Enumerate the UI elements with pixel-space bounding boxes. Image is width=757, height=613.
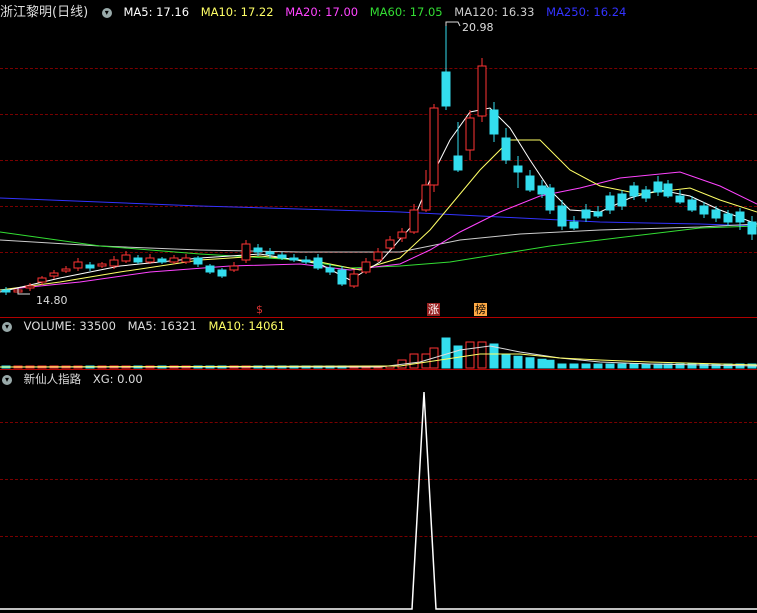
candle-body — [605, 195, 615, 211]
candle-body — [687, 199, 697, 211]
candle-body — [73, 261, 83, 269]
volume-bar — [477, 341, 487, 369]
candle-body — [337, 269, 347, 285]
candle-body — [617, 193, 627, 207]
candle-body — [525, 175, 535, 191]
candle-body — [385, 239, 395, 249]
volume-bar — [641, 363, 651, 369]
candle-body — [723, 213, 733, 223]
volume-bar — [557, 363, 567, 369]
indicator-line — [0, 391, 757, 610]
volume-bar — [605, 363, 615, 369]
volume-chart[interactable] — [0, 318, 757, 370]
candle-body — [181, 257, 191, 263]
candle-body — [699, 205, 709, 215]
candle-body — [121, 254, 131, 262]
candle-body — [421, 184, 431, 211]
indicator-pane[interactable]: ▾ 新仙人指路 XG: 0.00 — [0, 370, 757, 613]
candle-body — [49, 272, 59, 277]
candle-body — [557, 205, 567, 227]
volume-bar — [569, 363, 579, 369]
candle-body — [229, 265, 239, 271]
marker-dollar: $ — [256, 303, 263, 316]
volume-bar — [711, 363, 721, 369]
candle-body — [289, 257, 299, 261]
candle-body — [513, 165, 523, 173]
candle-body — [37, 277, 47, 283]
candle-body — [453, 155, 463, 171]
candle-body — [61, 268, 71, 272]
candle-body — [373, 251, 383, 261]
candle-body — [241, 243, 251, 261]
volume-bar — [513, 355, 523, 369]
candle-body — [747, 221, 757, 235]
candlestick-chart[interactable] — [0, 0, 757, 318]
price-pane[interactable]: 浙江黎明(日线) ▾ MA5: 17.16 MA10: 17.22 MA20: … — [0, 0, 757, 318]
candle-body — [629, 185, 639, 197]
candle-body — [157, 258, 167, 263]
candle-body — [313, 257, 323, 269]
candle-body — [193, 257, 203, 265]
candle-body — [663, 183, 673, 197]
candle-body — [25, 285, 35, 289]
candle-body — [711, 209, 721, 219]
volume-pane[interactable]: ▾ VOLUME: 33500 MA5: 16321 MA10: 14061 — [0, 318, 757, 370]
low-price-label: 14.80 — [36, 294, 68, 307]
candle-body — [397, 231, 407, 239]
indicator-chart[interactable] — [0, 370, 757, 613]
volume-bar — [501, 354, 511, 369]
candle-body — [489, 109, 499, 135]
candle-body — [569, 221, 579, 229]
marker-limit-up: 涨 — [427, 303, 440, 316]
candle-body — [735, 211, 745, 223]
candle-body — [361, 261, 371, 273]
candle-body — [301, 259, 311, 263]
high-marker — [445, 21, 461, 27]
volume-bar — [525, 357, 535, 369]
candle-body — [465, 117, 475, 151]
candle-body — [253, 247, 263, 253]
candle-body — [501, 137, 511, 161]
candle-body — [593, 211, 603, 217]
candle-body — [97, 263, 107, 267]
candle-body — [581, 209, 591, 219]
candle-body — [265, 251, 275, 255]
candle-body — [441, 71, 451, 107]
volume-bar — [545, 359, 555, 369]
candle-body — [545, 187, 555, 211]
candle-body — [477, 65, 487, 117]
candle-body — [277, 254, 287, 259]
volume-bar — [409, 353, 419, 369]
volume-bar — [537, 358, 547, 369]
volume-ma-line — [0, 345, 757, 368]
candle-body — [409, 209, 419, 233]
volume-bar — [581, 363, 591, 369]
candle-body — [205, 265, 215, 273]
candle-body — [653, 181, 663, 193]
candle-body — [1, 289, 11, 293]
candle-body — [675, 195, 685, 203]
ma-line — [0, 197, 757, 227]
candle-body — [325, 267, 335, 273]
candle-body — [537, 185, 547, 195]
candle-body — [109, 259, 119, 267]
volume-bar — [629, 363, 639, 369]
candle-body — [169, 257, 179, 263]
candle-body — [641, 189, 651, 199]
candle-body — [217, 269, 227, 277]
volume-bar — [593, 363, 603, 369]
candle-body — [349, 273, 359, 287]
ma-line — [0, 223, 757, 253]
high-price-label: 20.98 — [462, 21, 494, 34]
candle-body — [429, 107, 439, 186]
volume-bar — [617, 363, 627, 369]
candle-body — [133, 257, 143, 263]
candle-body — [85, 264, 95, 269]
marker-list: 榜 — [474, 303, 487, 316]
candle-body — [145, 257, 155, 263]
